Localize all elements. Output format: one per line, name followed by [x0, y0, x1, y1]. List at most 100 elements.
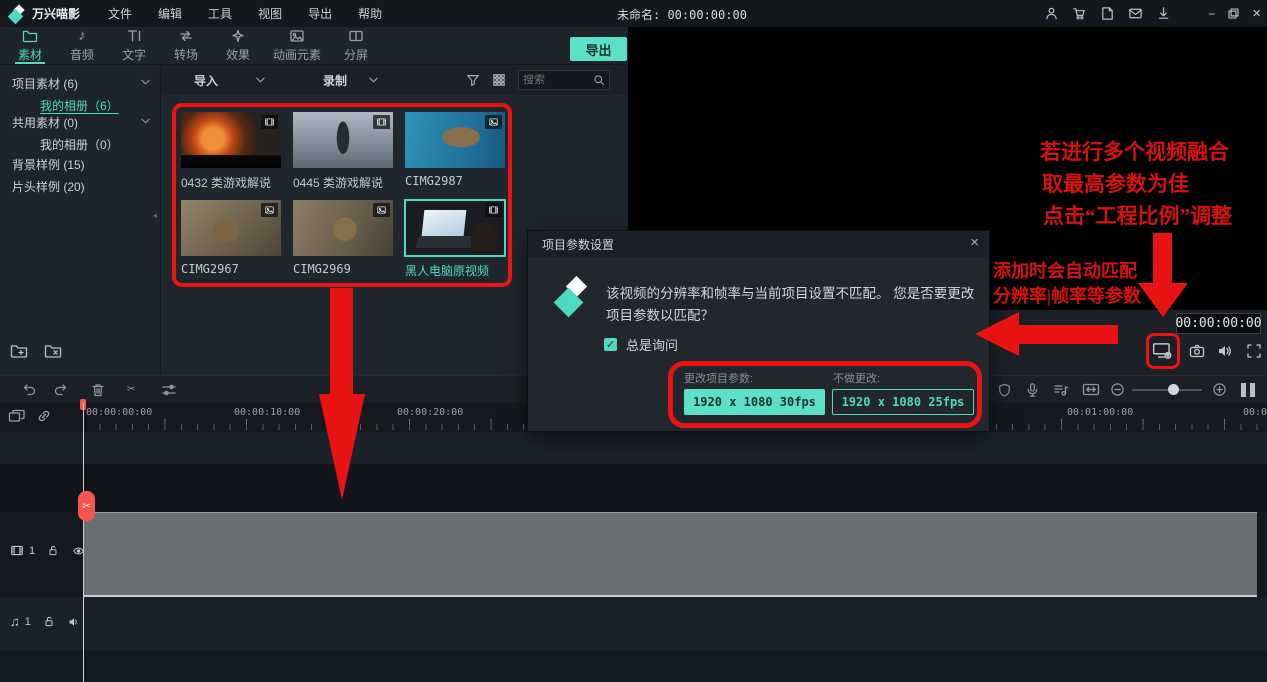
sidebar-item-intro-samples[interactable]: 片头样例 (20): [0, 176, 160, 196]
menu-file[interactable]: 文件: [108, 5, 132, 22]
chevron-down-icon[interactable]: [369, 77, 378, 83]
record-button[interactable]: 录制: [323, 72, 347, 89]
sidebar-item-project-media[interactable]: 项目素材 (6): [0, 73, 160, 93]
media-item[interactable]: 0445 类游戏解说: [293, 112, 393, 191]
picture-icon: [289, 28, 305, 44]
menu-help[interactable]: 帮助: [358, 5, 382, 22]
voiceover-mic-icon[interactable]: [1025, 382, 1040, 398]
transition-icon: [178, 28, 194, 44]
menu-tools[interactable]: 工具: [208, 5, 232, 22]
keep-project-params-button[interactable]: 1920 x 1080 25fps: [832, 389, 974, 415]
delete-folder-icon[interactable]: [44, 343, 62, 359]
panel-bars-icon[interactable]: [1240, 383, 1256, 397]
account-icon[interactable]: [1044, 6, 1059, 21]
video-badge-icon: [485, 203, 502, 217]
export-button[interactable]: 导出: [570, 37, 627, 61]
sidebar-item-background-samples[interactable]: 背景样例 (15): [0, 154, 160, 174]
media-item[interactable]: CIMG2969: [293, 200, 393, 276]
image-badge-icon: [261, 203, 278, 217]
import-button[interactable]: 导入: [194, 72, 218, 89]
store-cart-icon[interactable]: [1072, 6, 1087, 21]
restore-button[interactable]: [1227, 7, 1240, 20]
tab-text[interactable]: 文字: [108, 27, 160, 64]
audio-detach-icon[interactable]: [1053, 382, 1069, 398]
menu-edit[interactable]: 编辑: [158, 5, 182, 22]
tab-splitscreen[interactable]: 分屏: [330, 27, 382, 64]
adjust-sliders-icon[interactable]: [161, 382, 177, 398]
media-item[interactable]: CIMG2967: [181, 200, 281, 276]
tab-transitions[interactable]: 转场: [160, 27, 212, 64]
menu-view[interactable]: 视图: [258, 5, 282, 22]
project-settings-icon[interactable]: [1152, 341, 1174, 361]
link-clips-icon[interactable]: [36, 408, 52, 424]
lock-icon[interactable]: [47, 544, 59, 557]
ruler-label: 00:00:00:00: [86, 407, 152, 418]
app-logo-icon: [8, 5, 26, 23]
split-screen-icon: [348, 28, 364, 44]
media-item[interactable]: CIMG2987: [405, 112, 505, 188]
download-icon[interactable]: [1156, 6, 1171, 21]
fit-timeline-icon[interactable]: [1082, 382, 1100, 397]
delete-trash-icon[interactable]: [90, 382, 106, 398]
minimize-button[interactable]: −: [1208, 7, 1215, 21]
project-settings-dialog: 项目参数设置 × 该视频的分辨率和帧率与当前项目设置不匹配。 您是否要更改项目参…: [527, 230, 990, 432]
zoom-slider-track[interactable]: [1132, 389, 1202, 391]
stacked-clips-icon[interactable]: [8, 408, 26, 424]
snapshot-camera-icon[interactable]: [1188, 343, 1206, 359]
search-input[interactable]: [519, 74, 593, 86]
timeline-empty-row[interactable]: [0, 650, 1267, 682]
playhead-line[interactable]: [83, 403, 84, 682]
undo-icon[interactable]: [21, 382, 37, 398]
grid-view-icon[interactable]: [492, 73, 506, 87]
zoom-out-icon[interactable]: [1110, 382, 1125, 397]
filter-icon[interactable]: [466, 73, 480, 87]
volume-icon[interactable]: [1216, 343, 1234, 359]
annotation-arrow-down-big-head: [319, 394, 365, 500]
audio-track-row[interactable]: [0, 597, 1267, 650]
speaker-mute-icon[interactable]: [67, 616, 81, 628]
media-item-name: CIMG2987: [405, 174, 505, 188]
chevron-down-icon[interactable]: [256, 77, 265, 83]
tab-audio[interactable]: ♪ 音频: [56, 27, 108, 64]
document-icon[interactable]: [1100, 6, 1115, 21]
dialog-close-icon[interactable]: ×: [970, 234, 979, 251]
annotation-text: 若进行多个视频融合: [1040, 136, 1229, 166]
lock-icon[interactable]: [43, 615, 55, 628]
filmora-logo-icon: [554, 279, 594, 319]
video-track-icon: [10, 544, 24, 557]
chevron-down-icon[interactable]: [141, 118, 150, 124]
collapse-panel-icon[interactable]: ◂: [153, 211, 157, 220]
audio-track-icon: ♫: [10, 614, 20, 629]
tab-effects[interactable]: 效果: [212, 27, 264, 64]
timeline-empty-row[interactable]: [0, 432, 1267, 464]
video-thumbnail: [293, 112, 393, 168]
tab-media[interactable]: 素材: [4, 27, 56, 64]
always-ask-checkbox[interactable]: ✓ 总是询问: [604, 335, 678, 354]
redo-icon[interactable]: [53, 382, 69, 398]
mail-icon[interactable]: [1128, 6, 1143, 21]
video-badge-icon: [373, 115, 390, 129]
cut-scissors-icon[interactable]: ✂: [127, 381, 135, 397]
annotation-arrow-down-small: [1153, 233, 1172, 283]
media-item[interactable]: 0432 类游戏解说: [181, 112, 281, 191]
marker-shield-icon[interactable]: [997, 382, 1012, 398]
menu-export[interactable]: 导出: [308, 5, 332, 22]
video-thumbnail: [405, 200, 505, 256]
media-item-selected[interactable]: 黑人电脑原视频: [405, 200, 505, 279]
fullscreen-icon[interactable]: [1246, 343, 1262, 359]
timeline-empty-row[interactable]: [0, 464, 1267, 512]
zoom-in-icon[interactable]: [1212, 382, 1227, 397]
video-track-clip-area[interactable]: [83, 512, 1257, 597]
match-project-params-button[interactable]: 1920 x 1080 30fps: [684, 389, 825, 415]
add-folder-icon[interactable]: [10, 343, 28, 359]
close-button[interactable]: ×: [1252, 5, 1261, 22]
annotation-text: 点击“工程比例”调整: [1043, 200, 1232, 230]
zoom-slider-handle[interactable]: [1168, 384, 1179, 395]
project-title: 未命名: 00:00:00:00: [617, 6, 747, 23]
chevron-down-icon[interactable]: [141, 79, 150, 85]
sidebar-item-shared-media[interactable]: 共用素材 (0): [0, 112, 160, 132]
playhead-scissors-handle[interactable]: ✂: [78, 491, 95, 521]
tab-elements[interactable]: 动画元素: [264, 27, 330, 64]
sidebar-item-my-album-0[interactable]: 我的相册（0）: [0, 134, 160, 154]
search-icon[interactable]: [593, 74, 605, 86]
